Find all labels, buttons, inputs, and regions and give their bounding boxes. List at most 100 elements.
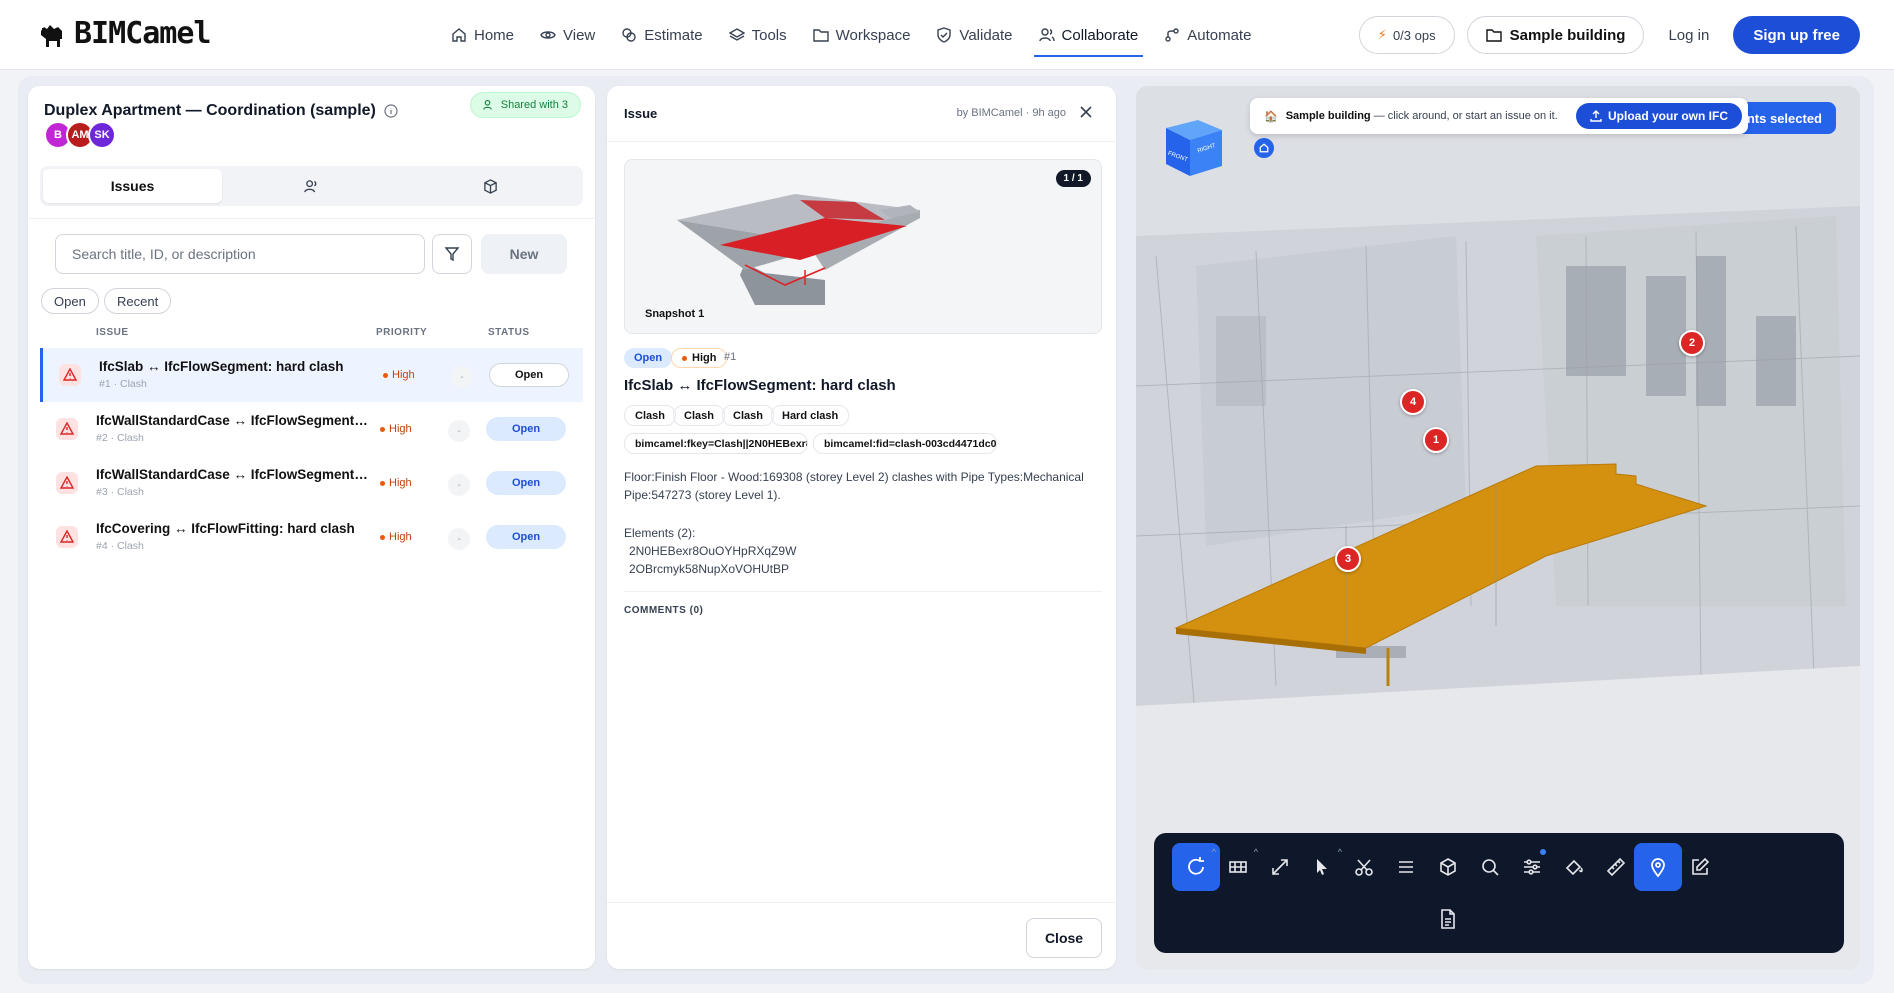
status-badge[interactable]: Open [486, 471, 566, 495]
list-button[interactable] [1382, 843, 1430, 891]
divider [607, 141, 1116, 142]
issue-pin[interactable]: 2 [1679, 330, 1705, 356]
issue-pin[interactable]: 3 [1335, 546, 1361, 572]
sample-building-label: Sample building [1509, 26, 1626, 44]
nav-automate[interactable]: Automate [1151, 0, 1264, 70]
shared-label: Shared with 3 [500, 99, 568, 111]
divider [607, 902, 1116, 903]
nav-estimate[interactable]: Estimate [608, 0, 715, 70]
issue-row[interactable]: IfcWallStandardCase ↔ IfcFlowSegment: ha… [40, 402, 583, 456]
avatar[interactable]: SK [88, 121, 116, 149]
nav-collaborate[interactable]: Collaborate [1026, 0, 1152, 70]
cut-icon [1355, 859, 1373, 876]
status-badge[interactable]: Open [486, 417, 566, 441]
issue-row[interactable]: IfcSlab ↔ IfcFlowSegment: hard clash #1 … [40, 348, 583, 402]
upload-ifc-button[interactable]: Upload your own IFC [1576, 103, 1742, 129]
select-button[interactable]: ^ [1298, 843, 1346, 891]
sliders-icon [1524, 859, 1540, 875]
priority-dot [380, 426, 385, 432]
view-cube[interactable]: FRONT RIGHT [1160, 114, 1228, 185]
status-badge[interactable]: Open [486, 525, 566, 549]
banner-text: — click around, or start an issue on it. [1373, 110, 1558, 122]
snapshot-thumbnail[interactable]: 1 / 1 Snapshot 1 [624, 159, 1102, 334]
close-button[interactable]: Close [1026, 918, 1102, 958]
sliders-button[interactable] [1508, 843, 1556, 891]
tag-chip[interactable]: Clash [722, 405, 774, 426]
priority-dot [380, 480, 385, 486]
tab-members[interactable] [222, 169, 401, 203]
filter-button[interactable] [432, 234, 472, 274]
shared-badge[interactable]: Shared with 3 [469, 92, 581, 118]
issue-title: IfcSlab ↔ IfcFlowSegment: hard clash [99, 359, 344, 374]
issue-meta: #2 · Clash [96, 432, 144, 444]
filter-chip-recent[interactable]: Recent [104, 288, 172, 314]
shield-check-icon [937, 27, 952, 43]
notification-dot [1540, 849, 1546, 855]
tab-issues[interactable]: Issues [43, 169, 222, 203]
sample-building-button[interactable]: Sample building [1466, 16, 1645, 54]
close-icon[interactable] [1076, 102, 1096, 122]
issue-row[interactable]: IfcCovering ↔ IfcFlowFitting: hard clash… [40, 510, 583, 564]
nav-home[interactable]: Home [438, 0, 527, 70]
avatar-group: B AM SK [44, 121, 116, 149]
status-badge[interactable]: Open [624, 348, 673, 368]
banner-title: Sample building [1285, 110, 1371, 122]
orbit-button[interactable]: ^ [1172, 843, 1220, 891]
nav-validate-label: Validate [959, 26, 1013, 44]
priority-badge: High [380, 477, 412, 489]
priority-dot [383, 372, 388, 378]
nav-view[interactable]: View [527, 0, 608, 70]
storey-button[interactable]: ^ [1214, 843, 1262, 891]
issue-meta: #4 · Clash [96, 540, 144, 552]
brand-name: BIMCamel [74, 16, 211, 51]
login-link[interactable]: Log in [1656, 27, 1721, 44]
cut-button[interactable] [1340, 843, 1388, 891]
nav-validate[interactable]: Validate [923, 0, 1025, 70]
key-chip[interactable]: bimcamel:fid=clash-003cd4471dc0... [813, 433, 997, 454]
nav-collaborate-label: Collaborate [1061, 26, 1139, 44]
home-view-button[interactable] [1254, 138, 1274, 158]
measure-button[interactable] [1592, 843, 1640, 891]
nav-tools[interactable]: Tools [716, 0, 800, 70]
filter-chip-open[interactable]: Open [41, 288, 99, 314]
new-issue-button[interactable]: New [481, 234, 567, 274]
info-icon[interactable] [384, 104, 398, 118]
3d-viewer[interactable]: FRONT RIGHT ments selected 🏠 Sample buil… [1136, 86, 1860, 969]
priority-badge[interactable]: High [671, 348, 728, 368]
priority-label: High [392, 369, 415, 381]
home-icon [452, 28, 466, 42]
key-chip[interactable]: bimcamel:fkey=Clash||2N0HEBexr8... [624, 433, 808, 454]
search-input[interactable]: Search title, ID, or description [55, 234, 425, 274]
tag-chip[interactable]: Hard clash [771, 405, 850, 426]
tab-models[interactable] [401, 169, 580, 203]
tag-chip[interactable]: Clash [673, 405, 725, 426]
issue-row[interactable]: IfcWallStandardCase ↔ IfcFlowSegment: ha… [40, 456, 583, 510]
fit-button[interactable] [1256, 843, 1304, 891]
status-badge[interactable]: Open [489, 363, 569, 387]
brand-logo[interactable]: BIMCamel [38, 16, 211, 51]
ops-counter[interactable]: ⚡ 0/3 ops [1358, 16, 1455, 54]
warning-icon [59, 364, 81, 386]
column-status[interactable]: STATUS [488, 327, 530, 338]
box-button[interactable] [1424, 843, 1472, 891]
issue-pin[interactable]: 4 [1400, 389, 1426, 415]
bolt-icon: ⚡ [1377, 27, 1387, 42]
coins-icon [622, 28, 636, 42]
column-priority[interactable]: PRIORITY [376, 327, 427, 338]
signup-button[interactable]: Sign up free [1733, 16, 1860, 54]
issue-pin[interactable]: 1 [1423, 427, 1449, 453]
paint-button[interactable] [1550, 843, 1598, 891]
edit-button[interactable] [1676, 843, 1724, 891]
warning-icon [56, 418, 78, 440]
element-id[interactable]: 2N0HEBexr8OuOYHpRXqZ9W [624, 542, 796, 560]
nav-workspace[interactable]: Workspace [800, 0, 924, 70]
document-button[interactable] [1424, 895, 1472, 943]
issue-pin-button[interactable] [1634, 843, 1682, 891]
priority-label: High [389, 477, 412, 489]
element-id[interactable]: 2OBrcmyk58NupXoVOHUtBP [624, 560, 796, 578]
tag-chip[interactable]: Clash [624, 405, 676, 426]
search-button[interactable] [1466, 843, 1514, 891]
fit-icon [1272, 859, 1288, 875]
priority-label: High [389, 531, 412, 543]
layers-icon [728, 28, 745, 41]
